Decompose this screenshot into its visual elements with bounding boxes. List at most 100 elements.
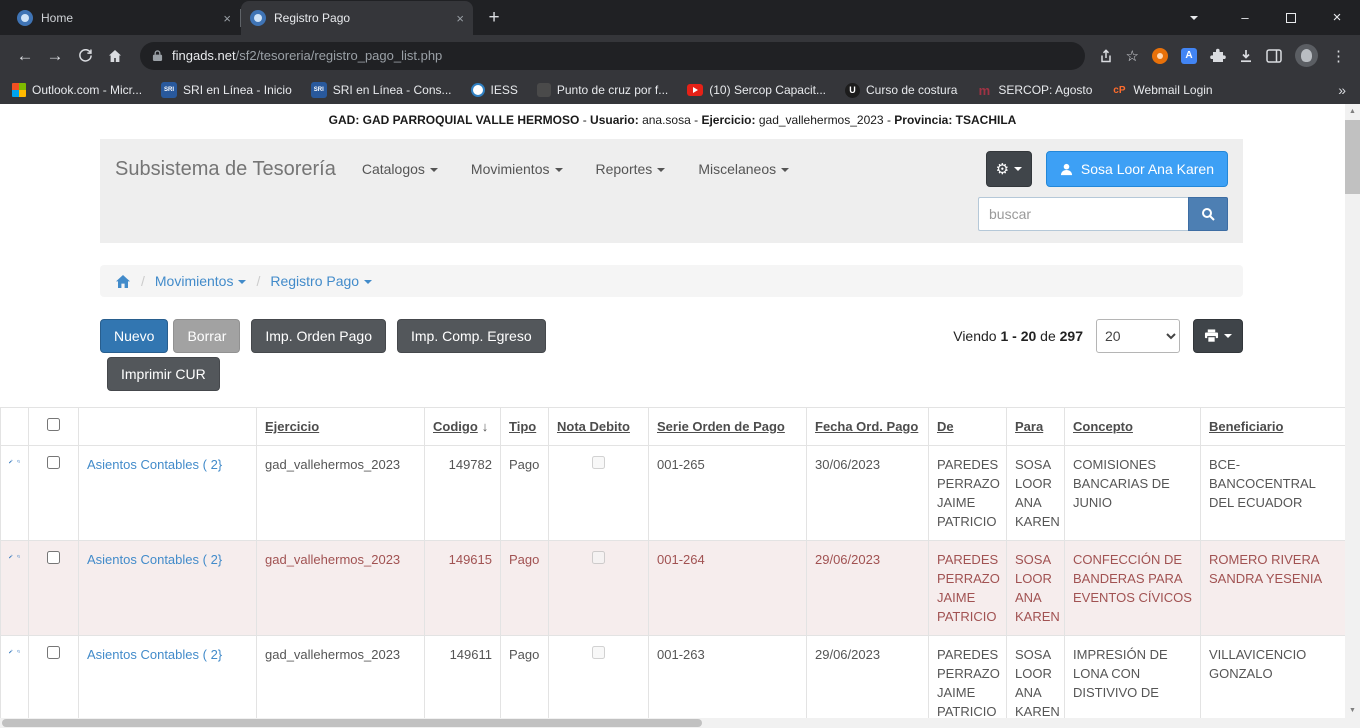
- bookmark-punto-de-cruz[interactable]: Punto de cruz por f...: [537, 83, 668, 97]
- cell-tipo: Pago: [501, 446, 549, 541]
- forward-icon[interactable]: →: [40, 46, 70, 66]
- menu-catalogos[interactable]: Catalogos: [362, 161, 438, 177]
- home-icon[interactable]: [115, 274, 131, 289]
- borrar-button[interactable]: Borrar: [173, 319, 240, 353]
- tab-close-icon[interactable]: ×: [456, 11, 464, 26]
- cell-codigo: 149782: [425, 446, 501, 541]
- view-icon[interactable]: [17, 645, 21, 658]
- cell-fecha: 30/06/2023: [807, 446, 929, 541]
- bookmark-iess[interactable]: IESS: [471, 83, 518, 97]
- header-de[interactable]: De: [929, 408, 1007, 446]
- asientos-contables-link[interactable]: Asientos Contables ( 2}: [87, 647, 222, 662]
- vertical-scrollbar-thumb[interactable]: [1345, 120, 1360, 194]
- cell-beneficiario: ROMERO RIVERA SANDRA YESENIA: [1201, 541, 1346, 636]
- bookmarks-overflow-chevron[interactable]: »: [1338, 82, 1346, 98]
- cell-para: SOSA LOOR ANA KAREN: [1007, 636, 1065, 719]
- close-button[interactable]: ×: [1314, 0, 1360, 35]
- menu-reportes[interactable]: Reportes: [596, 161, 666, 177]
- horizontal-scrollbar[interactable]: [0, 718, 1345, 728]
- header-fecha-ord-pago[interactable]: Fecha Ord. Pago: [807, 408, 929, 446]
- browser-tab-home[interactable]: Home ×: [8, 1, 240, 35]
- ejercicio-label: Ejercicio:: [701, 113, 755, 127]
- breadcrumb-registro-pago[interactable]: Registro Pago: [270, 273, 372, 289]
- row-checkbox[interactable]: [47, 646, 60, 659]
- edit-icon[interactable]: [9, 455, 13, 468]
- sri-icon: [161, 82, 177, 98]
- settings-gear-button[interactable]: ⚙: [986, 151, 1032, 187]
- bookmark-webmail[interactable]: Webmail Login: [1111, 82, 1212, 98]
- bookmark-sercop-agosto[interactable]: SERCOP: Agosto: [976, 82, 1092, 98]
- address-bar[interactable]: fingads.net/sf2/tesoreria/registro_pago_…: [140, 42, 1085, 70]
- scroll-down-arrow-icon[interactable]: ▼: [1345, 703, 1360, 718]
- browser-menu-kebab-icon[interactable]: ⋮: [1331, 47, 1346, 65]
- asientos-contables-link[interactable]: Asientos Contables ( 2}: [87, 457, 222, 472]
- reload-icon[interactable]: [70, 48, 100, 63]
- minimize-button[interactable]: –: [1222, 0, 1268, 35]
- extensions-puzzle-icon[interactable]: [1210, 48, 1226, 64]
- horizontal-scrollbar-thumb[interactable]: [2, 719, 702, 727]
- select-all-checkbox[interactable]: [47, 418, 60, 431]
- translate-icon[interactable]: [1181, 48, 1197, 64]
- header-para[interactable]: Para: [1007, 408, 1065, 446]
- view-icon[interactable]: [17, 455, 21, 468]
- cell-codigo: 149611: [425, 636, 501, 719]
- imp-comp-egreso-button[interactable]: Imp. Comp. Egreso: [397, 319, 546, 353]
- view-icon[interactable]: [17, 550, 21, 563]
- bookmark-sri-inicio[interactable]: SRI en Línea - Inicio: [161, 82, 292, 98]
- extension-orange-icon[interactable]: [1152, 48, 1168, 64]
- header-concepto[interactable]: Concepto: [1065, 408, 1201, 446]
- bookmark-star-icon[interactable]: ☆: [1126, 47, 1139, 65]
- breadcrumb-movimientos[interactable]: Movimientos: [155, 273, 247, 289]
- download-icon[interactable]: [1239, 49, 1253, 63]
- header-ejercicio[interactable]: Ejercicio: [257, 408, 425, 446]
- nuevo-button[interactable]: Nuevo: [100, 319, 168, 353]
- cell-fecha: 29/06/2023: [807, 541, 929, 636]
- iess-icon: [471, 83, 485, 97]
- user-button[interactable]: Sosa Loor Ana Karen: [1046, 151, 1228, 187]
- row-checkbox[interactable]: [47, 551, 60, 564]
- bookmark-sercop-capacit[interactable]: (10) Sercop Capacit...: [687, 83, 826, 97]
- header-tipo[interactable]: Tipo: [501, 408, 549, 446]
- tab-search-chevron-icon[interactable]: [1174, 0, 1214, 35]
- tab-favicon: [250, 10, 266, 26]
- maximize-button[interactable]: [1268, 0, 1314, 35]
- menu-movimientos[interactable]: Movimientos: [471, 161, 563, 177]
- asientos-contables-link[interactable]: Asientos Contables ( 2}: [87, 552, 222, 567]
- gad-value: GAD PARROQUIAL VALLE HERMOSO: [363, 113, 580, 127]
- profile-avatar[interactable]: [1295, 44, 1318, 67]
- tab-close-icon[interactable]: ×: [223, 11, 231, 26]
- header-beneficiario[interactable]: Beneficiario: [1201, 408, 1346, 446]
- edit-icon[interactable]: [9, 645, 13, 658]
- scroll-up-arrow-icon[interactable]: ▲: [1345, 104, 1360, 119]
- table-row: Asientos Contables ( 2} gad_vallehermos_…: [1, 541, 1346, 636]
- vertical-scrollbar[interactable]: ▲ ▼: [1345, 104, 1360, 718]
- side-panel-icon[interactable]: [1266, 49, 1282, 63]
- share-icon[interactable]: [1099, 49, 1113, 63]
- m-logo-icon: [976, 82, 992, 98]
- back-icon[interactable]: ←: [10, 46, 40, 66]
- header-serie-orden-pago[interactable]: Serie Orden de Pago: [649, 408, 807, 446]
- new-tab-button[interactable]: +: [480, 4, 508, 32]
- search-input[interactable]: [978, 197, 1188, 231]
- row-checkbox[interactable]: [47, 456, 60, 469]
- url-host: fingads.net: [172, 48, 236, 63]
- header-codigo[interactable]: Codigo↓: [425, 408, 501, 446]
- cell-de: PAREDES PERRAZO JAIME PATRICIO: [929, 541, 1007, 636]
- search-button[interactable]: [1188, 197, 1228, 231]
- generic-favicon-icon: [537, 83, 551, 97]
- page-size-select[interactable]: 20: [1096, 319, 1180, 353]
- imp-orden-pago-button[interactable]: Imp. Orden Pago: [251, 319, 386, 353]
- bookmark-curso-costura[interactable]: Curso de costura: [845, 83, 957, 98]
- menu-miscelaneos[interactable]: Miscelaneos: [698, 161, 789, 177]
- bookmark-outlook[interactable]: Outlook.com - Micr...: [12, 83, 142, 97]
- header-nota-debito[interactable]: Nota Debito: [549, 408, 649, 446]
- usuario-label: Usuario:: [590, 113, 639, 127]
- imprimir-cur-button[interactable]: Imprimir CUR: [107, 357, 220, 391]
- cpanel-icon: [1111, 82, 1127, 98]
- edit-icon[interactable]: [9, 550, 13, 563]
- print-dropdown-button[interactable]: [1193, 319, 1243, 353]
- cell-concepto: CONFECCIÓN DE BANDERAS PARA EVENTOS CÍVI…: [1065, 541, 1201, 636]
- bookmark-sri-consultas[interactable]: SRI en Línea - Cons...: [311, 82, 452, 98]
- browser-home-icon[interactable]: [100, 48, 130, 64]
- browser-tab-registro-pago[interactable]: Registro Pago ×: [241, 1, 473, 35]
